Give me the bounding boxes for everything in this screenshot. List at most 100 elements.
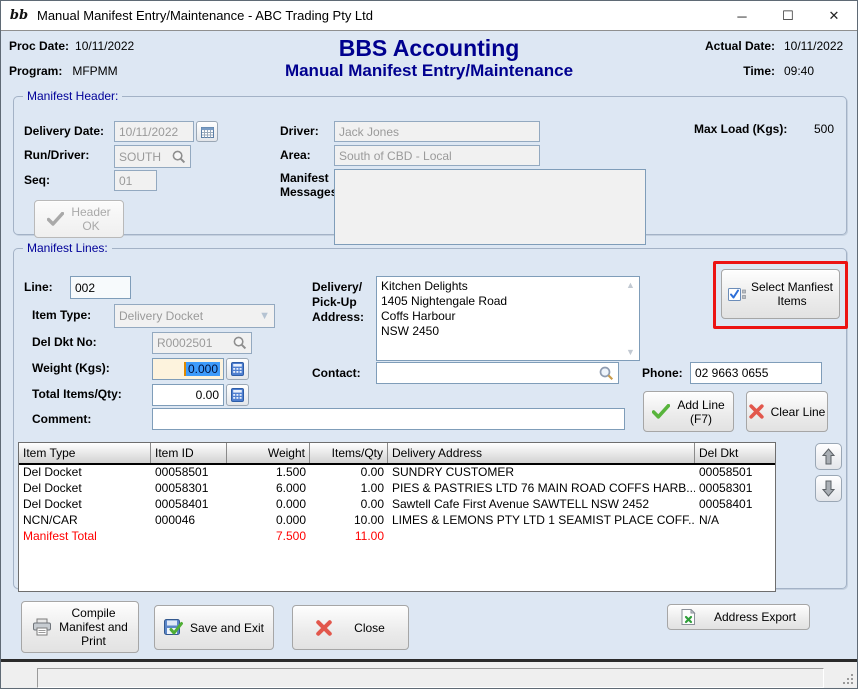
del-dkt-no-input[interactable]: R0002501 — [152, 332, 252, 354]
manifest-messages-textarea[interactable] — [334, 169, 646, 245]
delivery-address-label: Delivery/ Pick-Up Address: — [312, 280, 364, 325]
arrow-down-icon — [822, 480, 835, 497]
phone-label: Phone: — [642, 366, 683, 380]
close-label: Close — [354, 621, 385, 635]
item-type-select[interactable]: Delivery Docket ▼ — [114, 304, 275, 328]
time-value: 09:40 — [784, 64, 814, 78]
minimize-button[interactable]: ─ — [719, 1, 765, 31]
table-cell: 1.00 — [310, 481, 388, 497]
add-line-label: Add Line (F7) — [677, 398, 724, 426]
maximize-button[interactable]: ☐ — [765, 1, 811, 31]
printer-icon — [32, 618, 52, 636]
compile-manifest-print-button[interactable]: Compile Manifest and Print — [21, 601, 139, 653]
manifest-header-group: Manifest Header: Delivery Date: Run/Driv… — [13, 89, 847, 235]
table-row[interactable]: Del Docket000583016.0001.00PIES & PASTRI… — [19, 481, 775, 497]
table-cell: 000046 — [151, 513, 227, 529]
delivery-address-textarea[interactable]: Kitchen Delights 1405 Nightengale Road C… — [376, 276, 640, 361]
search-icon — [172, 150, 186, 164]
save-icon — [164, 619, 183, 637]
comment-label: Comment: — [32, 412, 91, 426]
resize-grip[interactable] — [843, 674, 853, 684]
table-row[interactable]: Del Docket000584010.0000.00Sawtell Cafe … — [19, 497, 775, 513]
table-column-header[interactable]: Item ID — [151, 443, 227, 463]
table-row[interactable]: NCN/CAR0000460.00010.00LIMES & LEMONS PT… — [19, 513, 775, 529]
item-type-value: Delivery Docket — [119, 309, 203, 323]
actual-date-label: Actual Date: — [691, 39, 775, 53]
weight-calculator-button[interactable] — [226, 358, 249, 380]
driver-input[interactable] — [334, 121, 540, 142]
calculator-icon — [231, 388, 244, 402]
contact-label: Contact: — [312, 366, 361, 380]
total-items-calculator-button[interactable] — [226, 384, 249, 406]
window-title: Manual Manifest Entry/Maintenance - ABC … — [37, 8, 373, 23]
save-and-exit-button[interactable]: Save and Exit — [154, 605, 274, 650]
table-cell: 0.00 — [310, 465, 388, 481]
table-row[interactable]: Del Docket000585011.5000.00SUNDRY CUSTOM… — [19, 465, 775, 481]
weight-input[interactable]: 0.000 — [152, 358, 224, 380]
table-cell: 11.00 — [310, 529, 388, 545]
table-cell — [151, 529, 227, 545]
select-manifest-items-button[interactable]: Select Manfiest Items — [721, 269, 840, 319]
table-column-header[interactable]: Item Type — [19, 443, 151, 463]
manifest-table-body: Del Docket000585011.5000.00SUNDRY CUSTOM… — [19, 465, 775, 545]
line-input[interactable] — [70, 276, 131, 299]
max-load-label: Max Load (Kgs): — [694, 122, 787, 136]
delivery-date-input[interactable] — [114, 121, 194, 142]
table-cell: LIMES & LEMONS PTY LTD 1 SEAMIST PLACE C… — [388, 513, 695, 529]
app-window: bb Manual Manifest Entry/Maintenance - A… — [0, 0, 858, 689]
time-label: Time: — [691, 64, 775, 78]
table-column-header[interactable]: Delivery Address — [388, 443, 695, 463]
delivery-date-label: Delivery Date: — [24, 124, 104, 138]
table-cell: 00058301 — [151, 481, 227, 497]
table-row[interactable]: Manifest Total7.50011.00 — [19, 529, 775, 545]
line-label: Line: — [24, 280, 53, 294]
table-cell: 00058401 — [151, 497, 227, 513]
red-x-icon — [316, 620, 332, 636]
table-cell: 0.000 — [227, 497, 310, 513]
chevron-down-icon: ▼ — [259, 310, 270, 322]
calculator-icon — [231, 362, 244, 376]
table-cell: 00058401 — [695, 497, 775, 513]
page-header: Proc Date: 10/11/2022 Program: MFPMM BBS… — [1, 32, 857, 90]
comment-input[interactable] — [152, 408, 625, 430]
driver-label: Driver: — [280, 124, 319, 138]
total-items-input[interactable] — [152, 384, 224, 406]
table-cell: Del Docket — [19, 465, 151, 481]
header-ok-button[interactable]: Header OK — [34, 200, 124, 238]
move-row-down-button[interactable] — [815, 475, 842, 502]
manifest-table-header: Item TypeItem IDWeightItems/QtyDelivery … — [19, 443, 775, 465]
run-driver-label: Run/Driver: — [24, 148, 89, 162]
manifest-header-legend: Manifest Header: — [23, 89, 122, 103]
table-cell: NCN/CAR — [19, 513, 151, 529]
green-check-icon — [652, 404, 670, 419]
table-cell: Sawtell Cafe First Avenue SAWTELL NSW 24… — [388, 497, 695, 513]
clear-line-button[interactable]: Clear Line — [746, 391, 828, 432]
area-input[interactable] — [334, 145, 540, 166]
weight-value: 0.000 — [186, 362, 220, 376]
app-logo-icon: bb — [9, 6, 29, 26]
seq-input[interactable] — [114, 170, 157, 191]
close-window-button[interactable]: ✕ — [811, 1, 857, 31]
close-button[interactable]: Close — [292, 605, 409, 650]
manifest-lines-group: Manifest Lines: Line: Item Type: Deliver… — [13, 241, 847, 589]
table-cell: Manifest Total — [19, 529, 151, 545]
run-driver-input[interactable]: SOUTH — [114, 145, 191, 168]
table-column-header[interactable]: Weight — [227, 443, 310, 463]
calendar-button[interactable] — [196, 121, 218, 142]
actual-date-value: 10/11/2022 — [784, 39, 843, 53]
search-icon — [233, 336, 247, 350]
item-type-label: Item Type: — [32, 308, 91, 322]
contact-input[interactable] — [376, 362, 619, 384]
header-ok-label: Header OK — [71, 205, 110, 233]
address-export-button[interactable]: Address Export — [667, 604, 810, 630]
table-column-header[interactable]: Items/Qty — [310, 443, 388, 463]
select-manifest-items-label: Select Manfiest Items — [751, 280, 833, 308]
table-column-header[interactable]: Del Dkt — [695, 443, 775, 463]
total-items-label: Total Items/Qty: — [32, 387, 122, 401]
del-dkt-no-label: Del Dkt No: — [32, 335, 97, 349]
add-line-button[interactable]: Add Line (F7) — [643, 391, 734, 432]
table-cell: 00058301 — [695, 481, 775, 497]
manifest-table: Item TypeItem IDWeightItems/QtyDelivery … — [18, 442, 776, 592]
move-row-up-button[interactable] — [815, 443, 842, 470]
phone-input[interactable] — [690, 362, 822, 384]
